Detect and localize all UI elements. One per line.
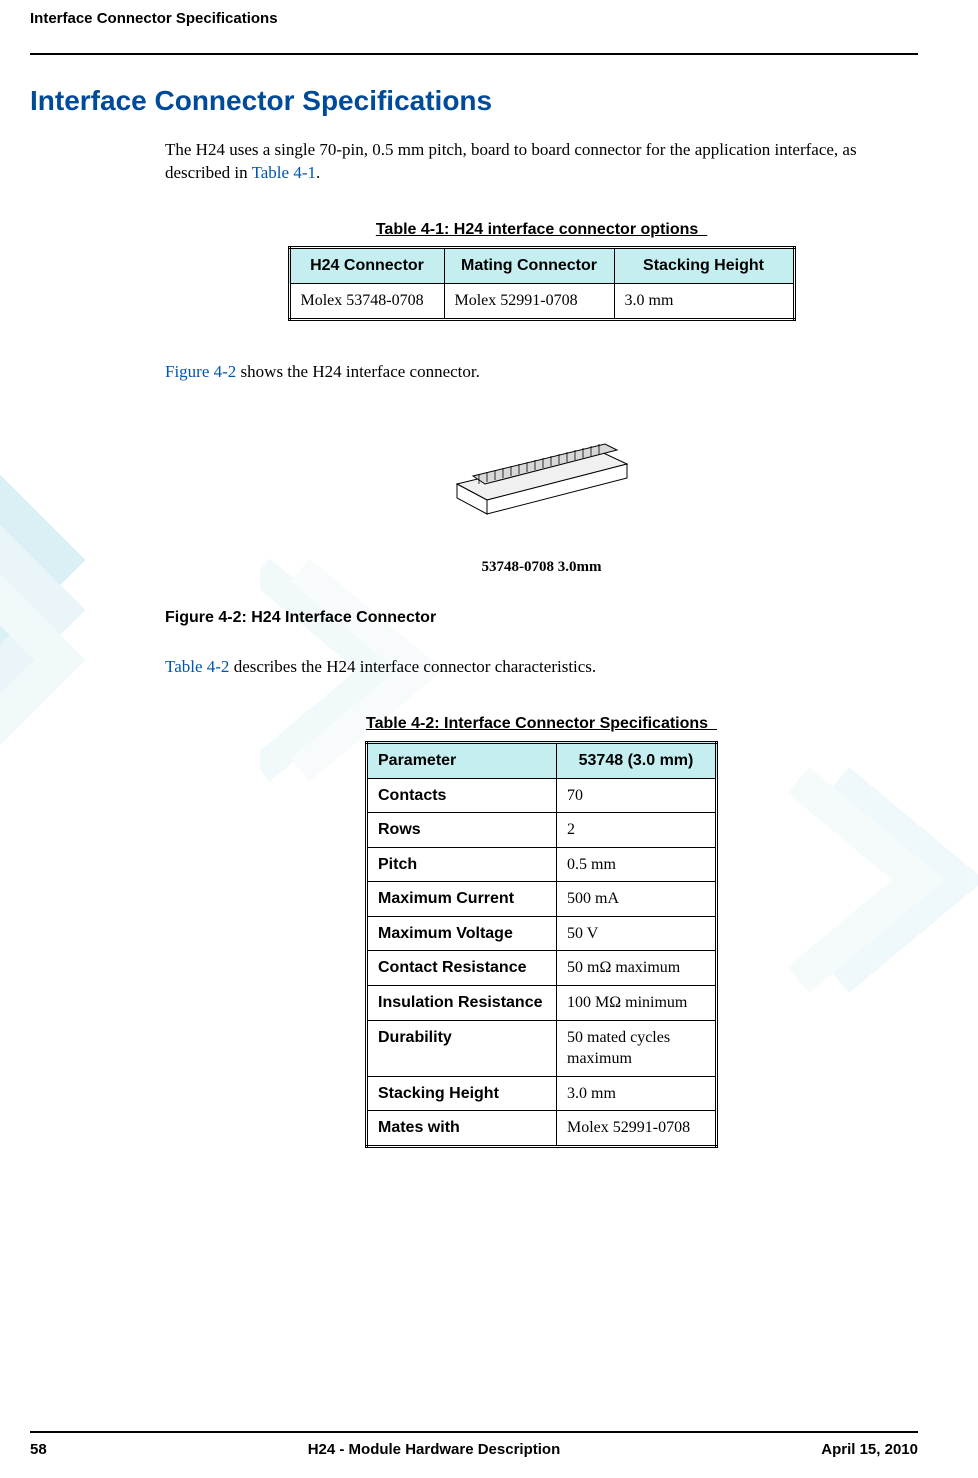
- table-cell: 3.0 mm: [614, 284, 794, 320]
- table-cell: Stacking Height: [367, 1076, 557, 1111]
- intro-text-post: .: [316, 163, 320, 182]
- table-header: Parameter: [367, 742, 557, 778]
- table-cell: 50 mΩ maximum: [557, 951, 717, 986]
- table-cell: 0.5 mm: [557, 847, 717, 882]
- table-ref-paragraph: Table 4-2 describes the H24 interface co…: [165, 656, 918, 679]
- table-row: Contacts70: [367, 778, 717, 813]
- table-cell: 3.0 mm: [557, 1076, 717, 1111]
- table-4-2: Parameter 53748 (3.0 mm) Contacts70 Rows…: [365, 741, 718, 1148]
- table-4-1: H24 Connector Mating Connector Stacking …: [288, 246, 796, 320]
- table-row: Pitch0.5 mm: [367, 847, 717, 882]
- table-row: H24 Connector Mating Connector Stacking …: [289, 248, 794, 284]
- table-cell: Molex 52991-0708: [557, 1111, 717, 1147]
- table-cell: Pitch: [367, 847, 557, 882]
- table-cell: 50 mated cycles maximum: [557, 1020, 717, 1076]
- table-header: 53748 (3.0 mm): [557, 742, 717, 778]
- table-row: Stacking Height3.0 mm: [367, 1076, 717, 1111]
- intro-paragraph: The H24 uses a single 70-pin, 0.5 mm pit…: [165, 139, 918, 185]
- figure-ref-paragraph: Figure 4-2 shows the H24 interface conne…: [165, 361, 918, 384]
- table-cell: Durability: [367, 1020, 557, 1076]
- table-cell: 100 MΩ minimum: [557, 986, 717, 1021]
- footer-date: April 15, 2010: [821, 1441, 918, 1458]
- figure-4-2-caption: Figure 4-2: H24 Interface Connector: [165, 607, 918, 629]
- footer-page-number: 58: [30, 1441, 47, 1458]
- connector-illustration: [427, 414, 657, 544]
- table-cell: Maximum Voltage: [367, 916, 557, 951]
- table-row: Molex 53748-0708 Molex 52991-0708 3.0 mm: [289, 284, 794, 320]
- table-cell: Contacts: [367, 778, 557, 813]
- xref-table-4-1[interactable]: Table 4-1: [252, 163, 316, 182]
- figure-ref-text: shows the H24 interface connector.: [236, 362, 480, 381]
- table-cell: Molex 52991-0708: [444, 284, 614, 320]
- table-header: Stacking Height: [614, 248, 794, 284]
- xref-table-4-2[interactable]: Table 4-2: [165, 657, 229, 676]
- table-cell: Molex 53748-0708: [289, 284, 444, 320]
- page-footer: 58 H24 - Module Hardware Description Apr…: [30, 1431, 918, 1458]
- table-cell: 70: [557, 778, 717, 813]
- table-header: Mating Connector: [444, 248, 614, 284]
- table-header: H24 Connector: [289, 248, 444, 284]
- table-cell: Contact Resistance: [367, 951, 557, 986]
- xref-figure-4-2[interactable]: Figure 4-2: [165, 362, 236, 381]
- table-cell: Insulation Resistance: [367, 986, 557, 1021]
- table-row: Insulation Resistance100 MΩ minimum: [367, 986, 717, 1021]
- footer-doc-title: H24 - Module Hardware Description: [308, 1441, 561, 1458]
- table-row: Mates withMolex 52991-0708: [367, 1111, 717, 1147]
- table-row: Rows2: [367, 813, 717, 848]
- running-header: Interface Connector Specifications: [30, 10, 918, 33]
- table-ref-text: describes the H24 interface connector ch…: [229, 657, 596, 676]
- table-cell: Maximum Current: [367, 882, 557, 917]
- table-cell: Rows: [367, 813, 557, 848]
- figure-4-2: 53748-0708 3.0mm: [165, 414, 918, 577]
- table-4-2-caption: Table 4-2: Interface Connector Specifica…: [165, 713, 918, 735]
- header-rule: [30, 53, 918, 55]
- page-title: Interface Connector Specifications: [30, 85, 918, 117]
- table-cell: 2: [557, 813, 717, 848]
- table-row: Durability50 mated cycles maximum: [367, 1020, 717, 1076]
- table-4-1-caption: Table 4-1: H24 interface connector optio…: [165, 219, 918, 241]
- figure-part-label: 53748-0708 3.0mm: [165, 557, 918, 577]
- table-cell: 50 V: [557, 916, 717, 951]
- table-row: Maximum Voltage50 V: [367, 916, 717, 951]
- table-row: Contact Resistance50 mΩ maximum: [367, 951, 717, 986]
- table-row: Parameter 53748 (3.0 mm): [367, 742, 717, 778]
- table-row: Maximum Current500 mA: [367, 882, 717, 917]
- table-cell: 500 mA: [557, 882, 717, 917]
- table-cell: Mates with: [367, 1111, 557, 1147]
